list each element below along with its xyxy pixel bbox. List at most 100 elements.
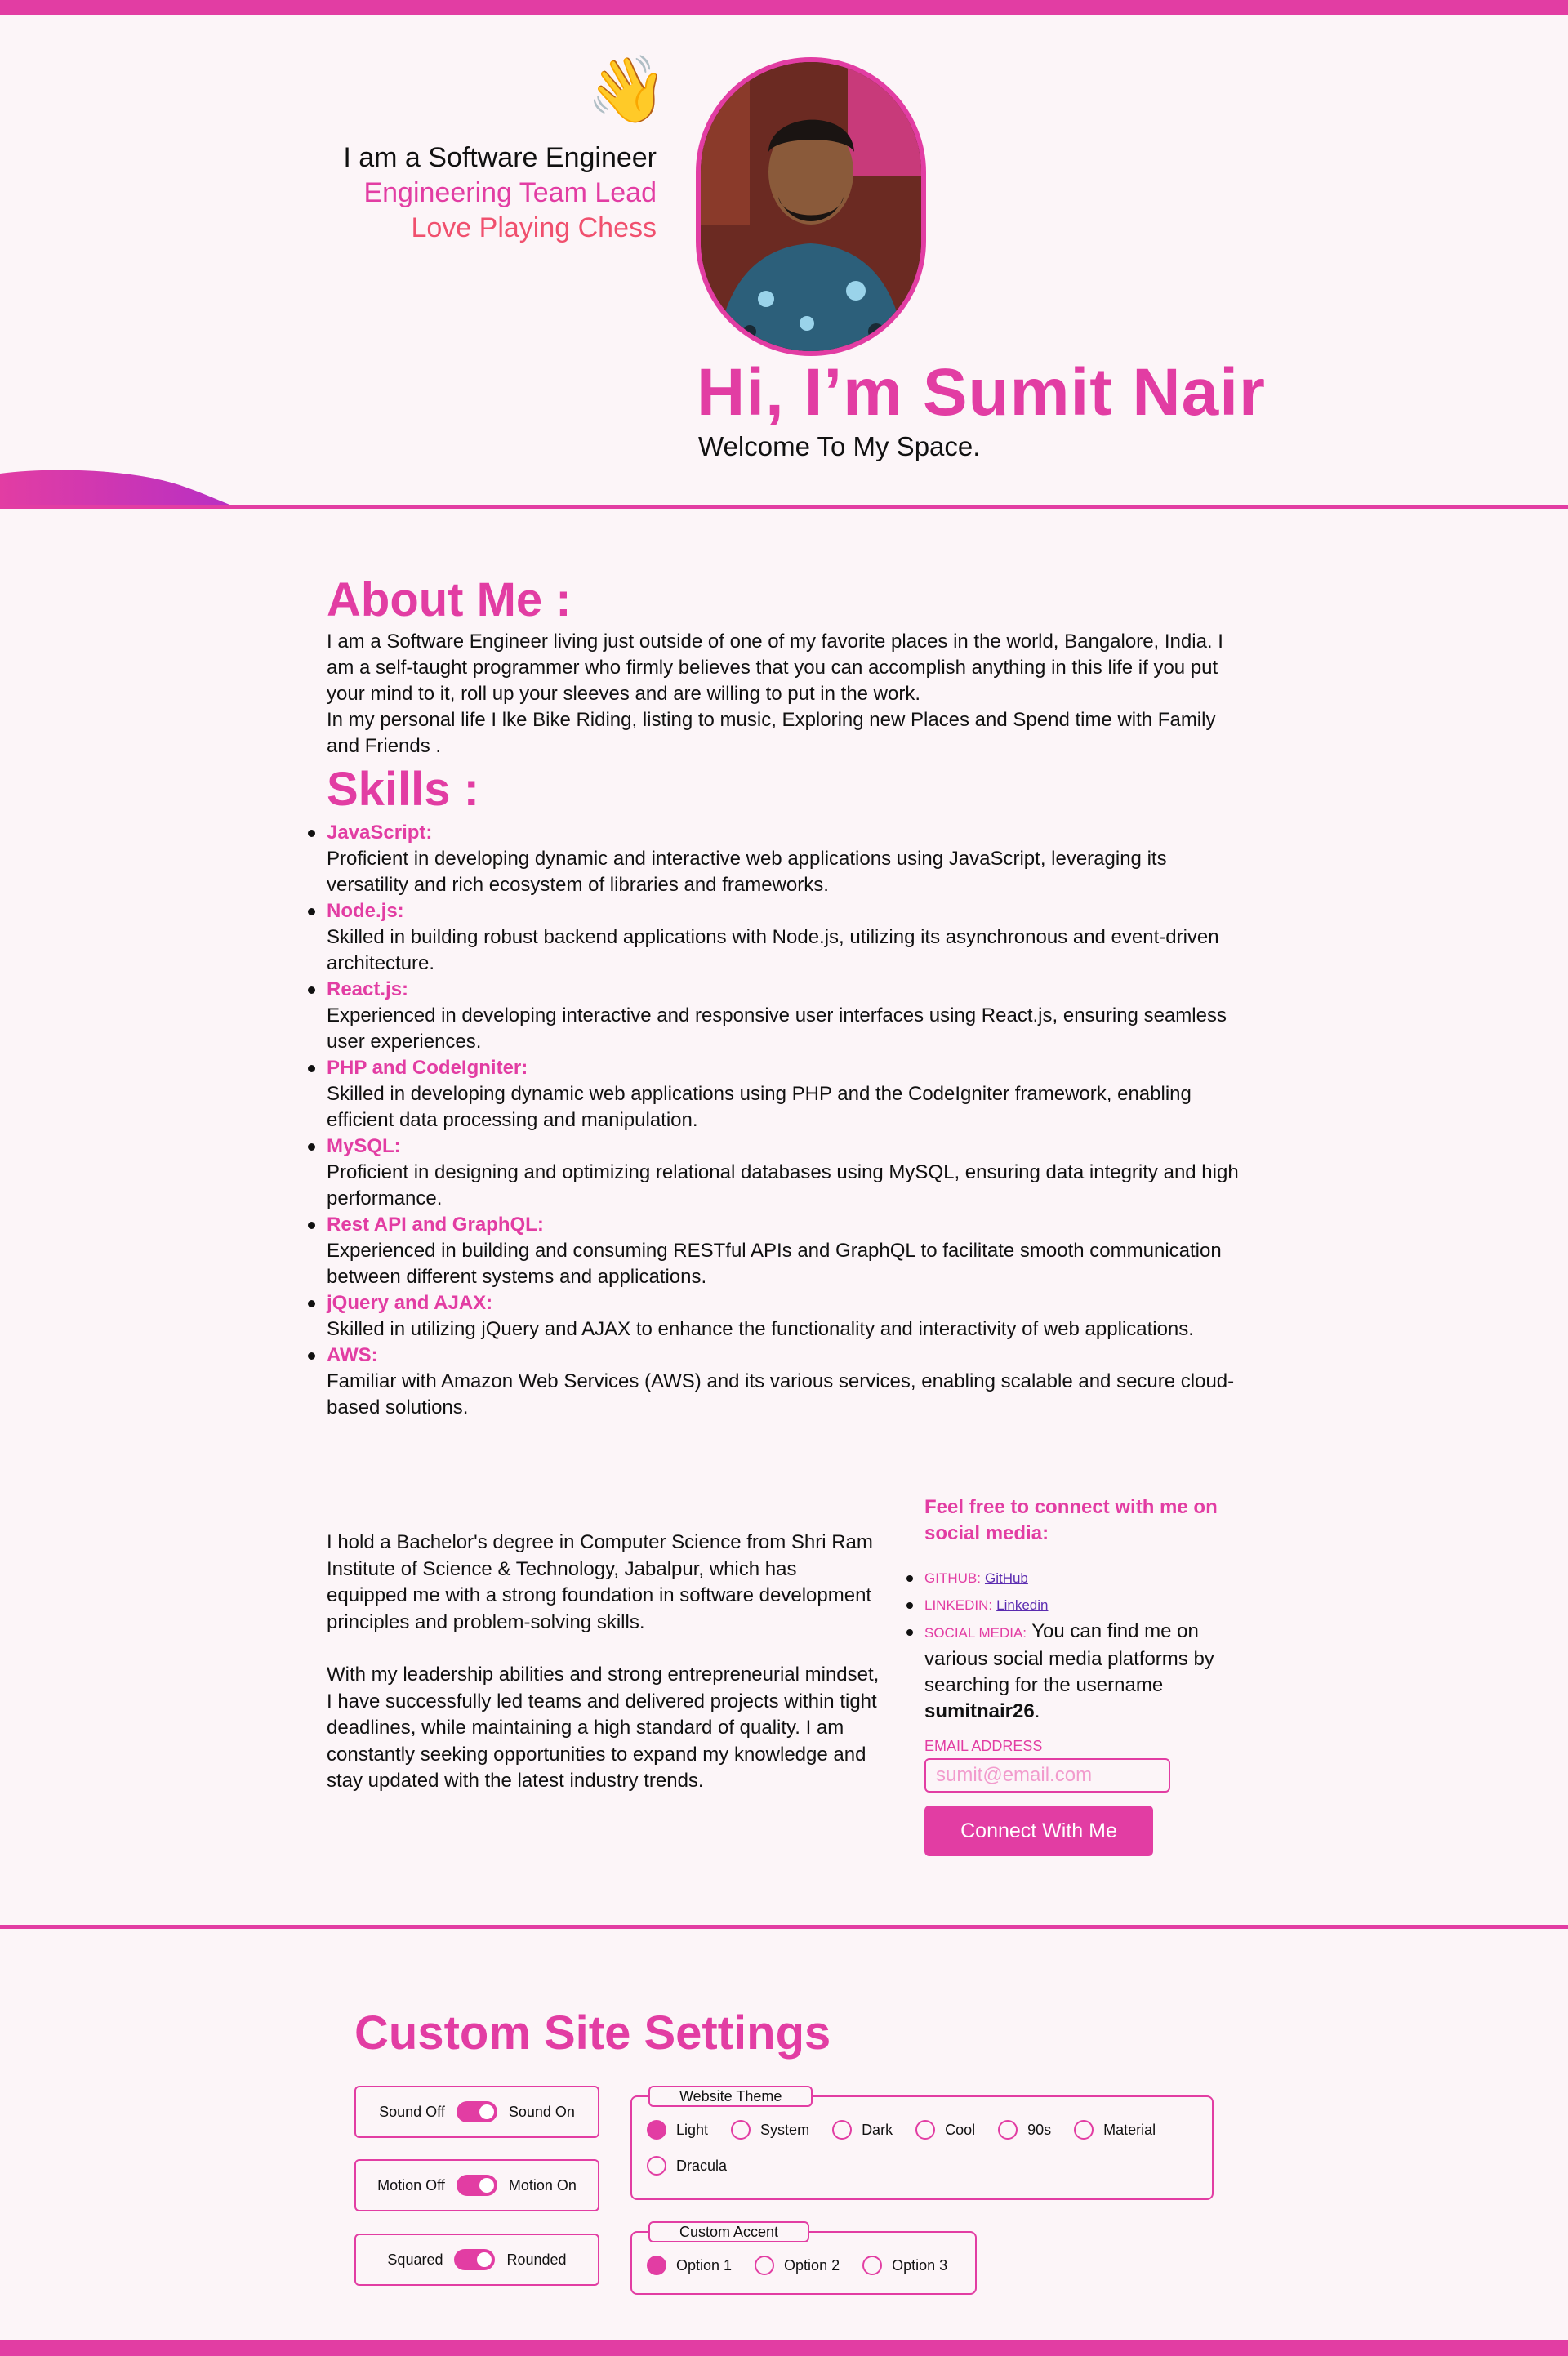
accent-option-3[interactable]: Option 3 — [862, 2256, 947, 2275]
connect-button[interactable]: Connect With Me — [924, 1806, 1153, 1856]
accent-legend: Custom Accent — [648, 2221, 810, 2242]
bio-education: I hold a Bachelor's degree in Computer S… — [327, 1531, 873, 1633]
skill-item: JavaScript: Proficient in developing dyna… — [308, 820, 1250, 898]
sound-toggle[interactable]: Sound Off Sound On — [354, 2086, 599, 2138]
theme-option-cool[interactable]: Cool — [915, 2120, 975, 2140]
theme-option-label: 90s — [1027, 2121, 1052, 2138]
social-period: . — [1034, 1700, 1040, 1722]
social-media-label: SOCIAL MEDIA: — [924, 1625, 1027, 1641]
theme-option-label: Light — [676, 2121, 709, 2138]
linkedin-link[interactable]: Linkedin — [996, 1597, 1048, 1613]
social-username: sumitnair26 — [924, 1700, 1035, 1722]
theme-option-dracula[interactable]: Dracula — [647, 2156, 727, 2176]
divider — [0, 505, 1568, 509]
radio-dot[interactable] — [832, 2120, 853, 2140]
squared-label: Squared — [387, 2251, 443, 2268]
accent-option-1[interactable]: Option 1 — [647, 2256, 732, 2275]
intro-line-chess: Love Playing Chess — [411, 212, 657, 243]
skill-item: Rest API and GraphQL: Experienced in buil… — [308, 1212, 1250, 1290]
connect-title: Feel free to connect with me on social m… — [924, 1496, 1218, 1544]
bio-section: I hold a Bachelor's degree in Computer S… — [327, 1530, 882, 1795]
social-list: GITHUB: GitHub LINKEDIN: Linkedin SOCIAL… — [906, 1565, 1251, 1725]
theme-option-label: Dark — [862, 2121, 893, 2138]
accent-fieldset: Custom Accent Option 1 Option 2 Option 3 — [630, 2221, 977, 2295]
github-link[interactable]: GitHub — [985, 1570, 1028, 1586]
accent-option-2[interactable]: Option 2 — [755, 2256, 840, 2275]
skill-name: Rest API and GraphQL: — [327, 1214, 544, 1236]
rounded-label: Rounded — [506, 2251, 567, 2268]
sound-off-label: Sound Off — [379, 2103, 445, 2120]
skill-item: jQuery and AJAX: Skilled in utilizing jQu… — [308, 1290, 1250, 1343]
radio-dot[interactable] — [1074, 2120, 1094, 2140]
skill-name: jQuery and AJAX: — [327, 1292, 493, 1314]
top-accent-bar — [0, 0, 1568, 15]
skill-item: AWS: Familiar with Amazon Web Services (A… — [308, 1343, 1250, 1421]
skill-desc: Experienced in developing interactive an… — [327, 1004, 1227, 1053]
radio-dot[interactable] — [731, 2120, 751, 2140]
accent-option-label: Option 1 — [676, 2256, 733, 2274]
social-item-github: GITHUB: GitHub — [906, 1565, 1251, 1592]
motion-switch[interactable] — [456, 2175, 497, 2196]
theme-options: Light System Dark Cool 90s Material Drac… — [647, 2097, 1197, 2176]
radio-dot[interactable] — [862, 2256, 883, 2275]
social-item-linkedin: LINKEDIN: Linkedin — [906, 1592, 1251, 1619]
skill-desc: Skilled in building robust backend appli… — [327, 926, 1219, 974]
skill-item: PHP and CodeIgniter: Skilled in developin… — [308, 1055, 1250, 1133]
skill-desc: Proficient in designing and optimizing r… — [327, 1161, 1239, 1209]
theme-fieldset: Website Theme Light System Dark Cool 90s… — [630, 2086, 1214, 2200]
linkedin-label: LINKEDIN: — [924, 1597, 993, 1613]
intro-line-lead: Engineering Team Lead — [363, 177, 657, 208]
waving-hand-icon: 👋 — [586, 51, 668, 127]
profile-photo — [696, 57, 926, 356]
accent-option-label: Option 3 — [892, 2256, 948, 2274]
skills-heading: Skills : — [327, 763, 479, 816]
radio-dot[interactable] — [647, 2120, 666, 2140]
radio-dot[interactable] — [755, 2256, 775, 2275]
decorative-wave — [0, 470, 238, 508]
skill-name: JavaScript: — [327, 822, 433, 844]
theme-option-label: Dracula — [676, 2157, 728, 2174]
github-label: GITHUB: — [924, 1570, 981, 1586]
theme-option-material[interactable]: Material — [1074, 2120, 1156, 2140]
hero-name: Hi, I’m Sumit Nair — [697, 355, 1266, 430]
accent-option-label: Option 2 — [784, 2256, 840, 2274]
radio-dot[interactable] — [647, 2256, 666, 2275]
skill-desc: Skilled in utilizing jQuery and AJAX to … — [327, 1318, 1194, 1340]
skill-item: React.js: Experienced in developing inter… — [308, 977, 1250, 1055]
sound-switch[interactable] — [456, 2101, 497, 2122]
skill-name: Node.js: — [327, 900, 404, 922]
about-heading: About Me : — [327, 573, 572, 626]
about-section: About Me : I am a Software Engineer livi… — [308, 572, 1250, 1421]
theme-legend: Website Theme — [648, 2086, 813, 2107]
connect-section: Feel free to connect with me on social m… — [906, 1494, 1251, 1856]
corners-toggle[interactable]: Squared Rounded — [354, 2234, 599, 2286]
motion-toggle[interactable]: Motion Off Motion On — [354, 2159, 599, 2211]
social-item-media: SOCIAL MEDIA: You can find me on various… — [906, 1619, 1251, 1725]
bottom-accent-bar — [0, 2340, 1568, 2356]
radio-dot[interactable] — [915, 2120, 936, 2140]
theme-option-label: System — [760, 2121, 810, 2138]
radio-dot[interactable] — [998, 2120, 1018, 2140]
theme-option-label: Material — [1103, 2121, 1156, 2138]
theme-option-system[interactable]: System — [731, 2120, 809, 2140]
theme-option-light[interactable]: Light — [647, 2120, 708, 2140]
radio-dot[interactable] — [647, 2156, 666, 2176]
email-label: EMAIL ADDRESS — [924, 1738, 1043, 1754]
skill-desc: Familiar with Amazon Web Services (AWS) … — [327, 1370, 1235, 1418]
skill-name: AWS: — [327, 1344, 378, 1366]
corners-switch[interactable] — [454, 2249, 496, 2270]
skill-desc: Proficient in developing dynamic and int… — [327, 848, 1167, 896]
intro-line-role: I am a Software Engineer — [343, 142, 657, 173]
intro-lines: I am a Software Engineer Engineering Tea… — [343, 140, 657, 246]
skill-name: React.js: — [327, 978, 409, 1000]
theme-option-90s[interactable]: 90s — [998, 2120, 1051, 2140]
email-input[interactable] — [924, 1758, 1170, 1793]
skill-desc: Experienced in building and consuming RE… — [327, 1240, 1222, 1288]
hero-subtitle: Welcome To My Space. — [698, 431, 981, 461]
settings-title: Custom Site Settings — [354, 2006, 831, 2060]
sound-on-label: Sound On — [508, 2103, 575, 2120]
theme-option-dark[interactable]: Dark — [832, 2120, 893, 2140]
skill-item: MySQL: Proficient in designing and optimi… — [308, 1133, 1250, 1212]
bio-leadership: With my leadership abilities and strong … — [327, 1663, 880, 1792]
theme-option-label: Cool — [945, 2121, 976, 2138]
